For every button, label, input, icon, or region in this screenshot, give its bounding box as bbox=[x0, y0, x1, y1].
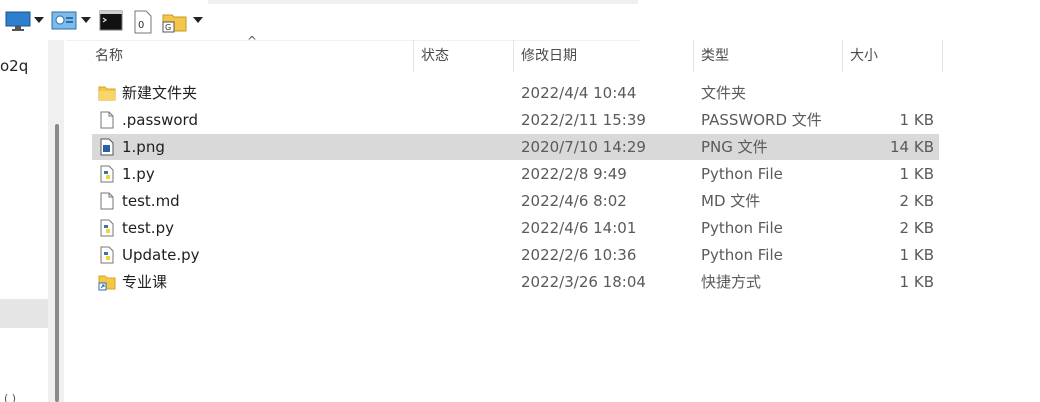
file-size: 2 KB bbox=[899, 219, 934, 237]
file-name[interactable]: 1.py bbox=[122, 161, 155, 187]
python-file-icon bbox=[98, 219, 116, 237]
file-date: 2022/4/6 14:01 bbox=[521, 219, 637, 237]
column-header: ^ 名称 状态 修改日期 类型 大小 bbox=[80, 34, 944, 72]
python-file-icon bbox=[98, 165, 116, 183]
file-date: 2022/3/26 18:04 bbox=[521, 273, 646, 291]
file-size: 1 KB bbox=[899, 273, 934, 291]
file-name[interactable]: test.py bbox=[122, 215, 174, 241]
column-type[interactable]: 类型 bbox=[701, 40, 729, 72]
file-name[interactable]: Update.py bbox=[122, 242, 200, 268]
file-type: PASSWORD 文件 bbox=[701, 111, 822, 129]
file-size bbox=[852, 80, 934, 106]
file-type: Python File bbox=[701, 246, 783, 264]
file-date: 2022/2/6 10:36 bbox=[521, 246, 637, 264]
file-row[interactable]: Update.py 2022/2/6 10:36 Python File 1 K… bbox=[92, 242, 939, 268]
monitor-icon[interactable] bbox=[5, 10, 31, 36]
file-size: 2 KB bbox=[899, 192, 934, 210]
svg-text:0: 0 bbox=[138, 20, 144, 31]
file-icon bbox=[98, 192, 116, 210]
file-size: 14 KB bbox=[890, 138, 934, 156]
new-folder-icon[interactable]: G bbox=[162, 10, 188, 38]
properties-icon[interactable]: 0 bbox=[132, 10, 154, 38]
nav-item-label[interactable]: o2q bbox=[0, 57, 28, 75]
chevron-down-icon[interactable] bbox=[34, 17, 44, 23]
file-date: 2022/2/11 15:39 bbox=[521, 111, 646, 129]
column-divider[interactable] bbox=[513, 40, 514, 72]
file-date: 2022/4/6 8:02 bbox=[521, 192, 627, 210]
file-type: 文件夹 bbox=[701, 84, 747, 102]
nav-scrollbar[interactable] bbox=[48, 40, 64, 402]
file-date: 2020/7/10 14:29 bbox=[521, 138, 646, 156]
column-divider[interactable] bbox=[842, 40, 843, 72]
column-name[interactable]: 名称 bbox=[95, 40, 123, 72]
svg-text:G: G bbox=[165, 23, 171, 32]
nav-bottom-label: ( ) bbox=[4, 392, 17, 402]
column-modified[interactable]: 修改日期 bbox=[521, 40, 577, 72]
image-file-icon bbox=[98, 138, 116, 156]
file-name[interactable]: 新建文件夹 bbox=[122, 80, 197, 106]
file-type: PNG 文件 bbox=[701, 138, 768, 156]
toolbar-strip bbox=[208, 0, 638, 4]
python-file-icon bbox=[98, 246, 116, 264]
terminal-icon[interactable] bbox=[99, 10, 123, 36]
file-icon bbox=[98, 111, 116, 129]
file-type: Python File bbox=[701, 165, 783, 183]
file-row[interactable]: 新建文件夹 2022/4/4 10:44 文件夹 bbox=[92, 80, 939, 106]
file-date: 2022/2/8 9:49 bbox=[521, 165, 627, 183]
file-type: 快捷方式 bbox=[701, 273, 762, 291]
file-date: 2022/4/4 10:44 bbox=[521, 84, 637, 102]
file-size: 1 KB bbox=[899, 165, 934, 183]
file-row[interactable]: 专业课 2022/3/26 18:04 快捷方式 1 KB bbox=[92, 269, 939, 295]
chevron-down-icon[interactable] bbox=[81, 17, 91, 23]
file-size: 1 KB bbox=[899, 246, 934, 264]
nav-scrollbar-thumb[interactable] bbox=[55, 124, 59, 402]
shortcut-folder-icon bbox=[98, 273, 116, 291]
file-row[interactable]: test.py 2022/4/6 14:01 Python File 2 KB bbox=[92, 215, 939, 241]
file-size: 1 KB bbox=[899, 111, 934, 129]
file-row[interactable]: .password 2022/2/11 15:39 PASSWORD 文件 1 … bbox=[92, 107, 939, 133]
chevron-down-icon[interactable] bbox=[193, 17, 203, 23]
file-row-selected[interactable]: 1.png 2020/7/10 14:29 PNG 文件 14 KB bbox=[92, 134, 939, 160]
column-divider[interactable] bbox=[693, 40, 694, 72]
file-name[interactable]: 专业课 bbox=[122, 269, 167, 295]
column-divider[interactable] bbox=[413, 40, 414, 72]
column-size[interactable]: 大小 bbox=[850, 40, 878, 72]
file-explorer-window: 0 G o2q ( ) ^ 名称 状态 修改日期 类型 大小 新建文件夹 202… bbox=[0, 0, 1040, 402]
file-type: Python File bbox=[701, 219, 783, 237]
sort-ascending-icon: ^ bbox=[247, 34, 258, 48]
file-name[interactable]: test.md bbox=[122, 188, 180, 214]
column-status[interactable]: 状态 bbox=[421, 40, 449, 72]
quick-toolbar: 0 G bbox=[0, 0, 640, 41]
file-type: MD 文件 bbox=[701, 192, 761, 210]
column-divider[interactable] bbox=[942, 40, 943, 72]
file-name[interactable]: 1.png bbox=[122, 134, 165, 160]
file-row[interactable]: 1.py 2022/2/8 9:49 Python File 1 KB bbox=[92, 161, 939, 187]
file-name[interactable]: .password bbox=[122, 107, 198, 133]
control-panel-icon[interactable] bbox=[51, 10, 77, 36]
folder-icon bbox=[98, 84, 116, 102]
file-row[interactable]: test.md 2022/4/6 8:02 MD 文件 2 KB bbox=[92, 188, 939, 214]
nav-selected-item[interactable] bbox=[0, 299, 48, 328]
